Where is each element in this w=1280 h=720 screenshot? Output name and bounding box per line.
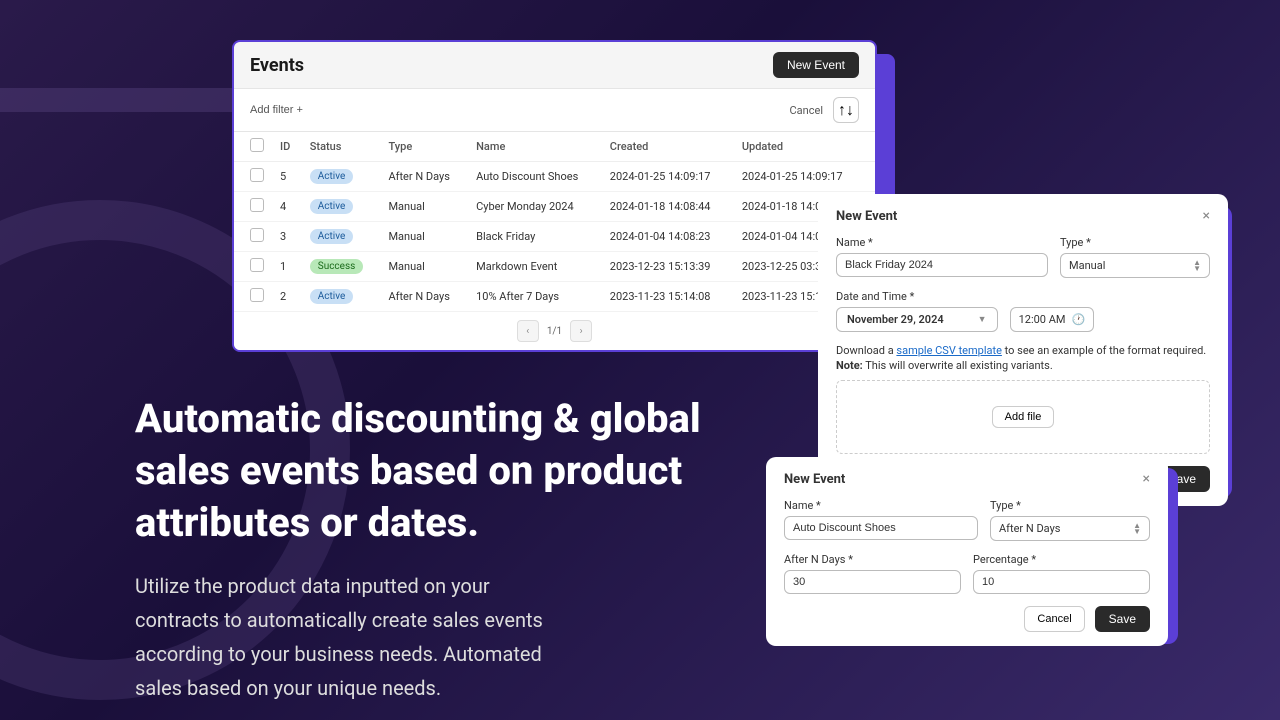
col-updated: Updated (734, 132, 875, 162)
table-row[interactable]: 5ActiveAfter N DaysAuto Discount Shoes20… (234, 162, 875, 192)
cell-id: 3 (272, 222, 302, 252)
cell-created: 2024-01-04 14:08:23 (602, 222, 734, 252)
col-type: Type (380, 132, 468, 162)
time-value: 12:00 AM (1019, 313, 1066, 326)
name-input[interactable] (836, 253, 1048, 277)
bg-band (0, 88, 250, 112)
cell-name: Auto Discount Shoes (468, 162, 602, 192)
events-panel: Events New Event Add filter + Cancel ↑↓ … (232, 40, 877, 352)
percentage-label: Percentage * (973, 553, 1150, 566)
cell-id: 2 (272, 282, 302, 312)
cell-id: 1 (272, 252, 302, 282)
save-button[interactable]: Save (1095, 606, 1150, 632)
type-label: Type * (990, 499, 1150, 512)
page-info: 1/1 (547, 326, 562, 337)
cancel-filter-button[interactable]: Cancel (790, 104, 823, 117)
select-all-checkbox[interactable] (250, 138, 264, 152)
download-text: Download a sample CSV template to see an… (836, 344, 1210, 357)
date-value: November 29, 2024 (847, 313, 944, 326)
status-badge: Active (310, 229, 354, 244)
add-file-button[interactable]: Add file (992, 406, 1055, 428)
cell-name: Cyber Monday 2024 (468, 192, 602, 222)
name-label: Name * (784, 499, 978, 512)
cancel-button[interactable]: Cancel (1024, 606, 1084, 632)
dialog2-title: New Event (784, 472, 845, 487)
cell-name: Markdown Event (468, 252, 602, 282)
cell-type: After N Days (380, 162, 468, 192)
dialog1-title: New Event (836, 209, 897, 224)
type-select[interactable]: After N Days ▲▼ (990, 516, 1150, 541)
cell-created: 2024-01-25 14:09:17 (602, 162, 734, 192)
close-icon[interactable]: × (1143, 471, 1150, 487)
cell-created: 2024-01-18 14:08:44 (602, 192, 734, 222)
new-event-button[interactable]: New Event (773, 52, 859, 78)
col-id: ID (272, 132, 302, 162)
toolbar-right: Cancel ↑↓ (790, 97, 859, 123)
file-dropzone[interactable]: Add file (836, 380, 1210, 454)
after-n-days-label: After N Days * (784, 553, 961, 566)
csv-template-link[interactable]: sample CSV template (896, 344, 1002, 357)
status-badge: Active (310, 289, 354, 304)
time-input[interactable]: 12:00 AM 🕐 (1010, 307, 1095, 332)
prev-page-button[interactable]: ‹ (517, 320, 539, 342)
chevron-down-icon: ▼ (978, 314, 987, 325)
next-page-button[interactable]: › (570, 320, 592, 342)
chevron-updown-icon: ▲▼ (1193, 260, 1201, 272)
cell-type: After N Days (380, 282, 468, 312)
date-label: Date and Time * (836, 290, 1210, 303)
events-title: Events (250, 55, 304, 76)
cell-updated: 2024-01-25 14:09:17 (734, 162, 875, 192)
close-icon[interactable]: × (1203, 208, 1210, 224)
note-text: Note: This will overwrite all existing v… (836, 359, 1210, 372)
cell-name: 10% After 7 Days (468, 282, 602, 312)
new-event-dialog-auto: New Event × Name * Type * After N Days ▲… (766, 457, 1168, 646)
cell-type: Manual (380, 192, 468, 222)
row-checkbox[interactable] (250, 288, 264, 302)
events-table: ID Status Type Name Created Updated 5 Act… (234, 132, 875, 312)
sort-icon: ↑↓ (838, 100, 854, 120)
table-row[interactable]: 1 Success ManualMarkdown Event2023-12-23 1… (234, 252, 875, 282)
clock-icon: 🕐 (1072, 313, 1086, 326)
name-input[interactable] (784, 516, 978, 540)
cell-created: 2023-11-23 15:14:08 (602, 282, 734, 312)
after-n-days-input[interactable] (784, 570, 961, 594)
row-checkbox[interactable] (250, 228, 264, 242)
status-badge: Success (310, 259, 364, 274)
type-select[interactable]: Manual ▲▼ (1060, 253, 1210, 278)
add-filter-button[interactable]: Add filter + (250, 104, 303, 116)
events-header: Events New Event (234, 42, 875, 88)
name-label: Name * (836, 236, 1048, 249)
table-row[interactable]: 3 Active ManualBlack Friday2024-01-04 14:0… (234, 222, 875, 252)
type-label: Type * (1060, 236, 1210, 249)
status-badge: Active (310, 199, 354, 214)
percentage-input[interactable] (973, 570, 1150, 594)
type-value: Manual (1069, 259, 1105, 272)
cell-name: Black Friday (468, 222, 602, 252)
cell-id: 4 (272, 192, 302, 222)
dialog2-header: New Event × (784, 471, 1150, 487)
status-badge: Active (310, 169, 354, 184)
row-checkbox[interactable] (250, 198, 264, 212)
col-name: Name (468, 132, 602, 162)
hero-subtitle: Utilize the product data inputted on you… (135, 569, 575, 705)
table-row[interactable]: 4 Active ManualCyber Monday 20242024-01-18… (234, 192, 875, 222)
row-checkbox[interactable] (250, 258, 264, 272)
row-checkbox[interactable] (250, 168, 264, 182)
col-status: Status (302, 132, 381, 162)
events-toolbar: Add filter + Cancel ↑↓ (234, 88, 875, 132)
cell-id: 5 (272, 162, 302, 192)
sort-button[interactable]: ↑↓ (833, 97, 859, 123)
type-value: After N Days (999, 522, 1060, 535)
hero-title: Automatic discounting & global sales eve… (135, 393, 785, 549)
hero: Automatic discounting & global sales eve… (135, 393, 785, 705)
cell-type: Manual (380, 222, 468, 252)
pagination: ‹ 1/1 › (234, 312, 875, 350)
date-picker[interactable]: November 29, 2024 ▼ (836, 307, 998, 332)
chevron-updown-icon: ▲▼ (1133, 523, 1141, 535)
cell-type: Manual (380, 252, 468, 282)
cell-created: 2023-12-23 15:13:39 (602, 252, 734, 282)
col-created: Created (602, 132, 734, 162)
table-row[interactable]: 2 Active After N Days10% After 7 Days2023-… (234, 282, 875, 312)
dialog1-header: New Event × (836, 208, 1210, 224)
